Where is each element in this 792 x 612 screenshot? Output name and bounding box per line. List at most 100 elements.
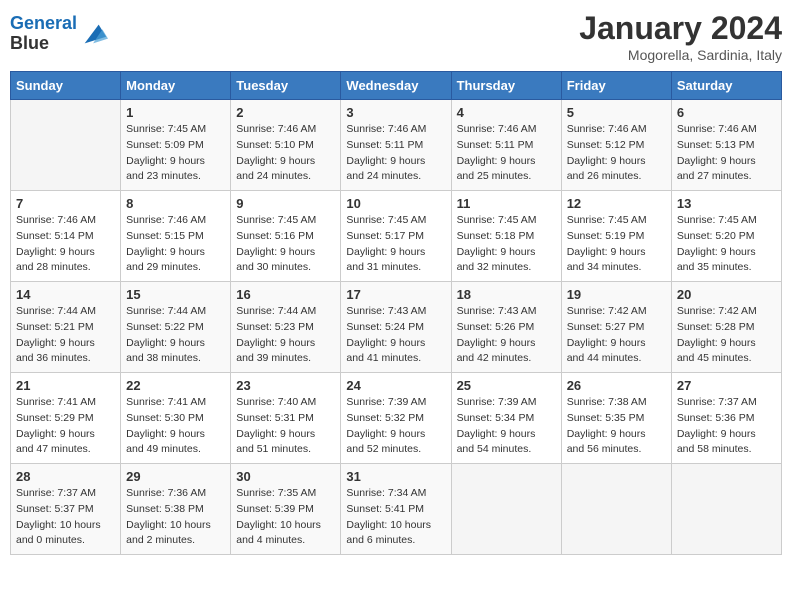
day-info: Sunrise: 7:46 AM Sunset: 5:14 PM Dayligh… xyxy=(16,213,115,276)
calendar-cell: 10 Sunrise: 7:45 AM Sunset: 5:17 PM Dayl… xyxy=(341,191,451,282)
day-info: Sunrise: 7:45 AM Sunset: 5:19 PM Dayligh… xyxy=(567,213,666,276)
day-number: 24 xyxy=(346,378,445,393)
sunrise-text: Sunrise: 7:45 AM xyxy=(126,123,206,135)
day-number: 6 xyxy=(677,105,776,120)
day-number: 8 xyxy=(126,196,225,211)
sunrise-text: Sunrise: 7:42 AM xyxy=(567,305,647,317)
day-number: 10 xyxy=(346,196,445,211)
day-info: Sunrise: 7:40 AM Sunset: 5:31 PM Dayligh… xyxy=(236,395,335,458)
sunset-text: Sunset: 5:20 PM xyxy=(677,230,755,242)
sunset-text: Sunset: 5:10 PM xyxy=(236,139,314,151)
page-subtitle: Mogorella, Sardinia, Italy xyxy=(579,47,782,63)
daylight-text: Daylight: 9 hours and 51 minutes. xyxy=(236,428,315,456)
sunset-text: Sunset: 5:37 PM xyxy=(16,503,94,515)
calendar-cell: 3 Sunrise: 7:46 AM Sunset: 5:11 PM Dayli… xyxy=(341,100,451,191)
sunrise-text: Sunrise: 7:38 AM xyxy=(567,396,647,408)
day-number: 13 xyxy=(677,196,776,211)
sunset-text: Sunset: 5:13 PM xyxy=(677,139,755,151)
sunset-text: Sunset: 5:18 PM xyxy=(457,230,535,242)
sunset-text: Sunset: 5:27 PM xyxy=(567,321,645,333)
daylight-text: Daylight: 9 hours and 25 minutes. xyxy=(457,155,536,183)
day-number: 14 xyxy=(16,287,115,302)
daylight-text: Daylight: 9 hours and 42 minutes. xyxy=(457,337,536,365)
day-info: Sunrise: 7:45 AM Sunset: 5:20 PM Dayligh… xyxy=(677,213,776,276)
day-info: Sunrise: 7:45 AM Sunset: 5:18 PM Dayligh… xyxy=(457,213,556,276)
calendar-cell: 26 Sunrise: 7:38 AM Sunset: 5:35 PM Dayl… xyxy=(561,373,671,464)
calendar-cell: 2 Sunrise: 7:46 AM Sunset: 5:10 PM Dayli… xyxy=(231,100,341,191)
day-info: Sunrise: 7:41 AM Sunset: 5:29 PM Dayligh… xyxy=(16,395,115,458)
day-info: Sunrise: 7:45 AM Sunset: 5:09 PM Dayligh… xyxy=(126,122,225,185)
daylight-text: Daylight: 9 hours and 39 minutes. xyxy=(236,337,315,365)
sunset-text: Sunset: 5:14 PM xyxy=(16,230,94,242)
sunset-text: Sunset: 5:41 PM xyxy=(346,503,424,515)
day-info: Sunrise: 7:46 AM Sunset: 5:11 PM Dayligh… xyxy=(346,122,445,185)
day-info: Sunrise: 7:45 AM Sunset: 5:16 PM Dayligh… xyxy=(236,213,335,276)
sunrise-text: Sunrise: 7:39 AM xyxy=(457,396,537,408)
day-info: Sunrise: 7:46 AM Sunset: 5:10 PM Dayligh… xyxy=(236,122,335,185)
calendar-cell: 16 Sunrise: 7:44 AM Sunset: 5:23 PM Dayl… xyxy=(231,282,341,373)
day-info: Sunrise: 7:36 AM Sunset: 5:38 PM Dayligh… xyxy=(126,486,225,549)
daylight-text: Daylight: 9 hours and 31 minutes. xyxy=(346,246,425,274)
daylight-text: Daylight: 9 hours and 44 minutes. xyxy=(567,337,646,365)
day-number: 26 xyxy=(567,378,666,393)
daylight-text: Daylight: 10 hours and 4 minutes. xyxy=(236,519,321,547)
day-info: Sunrise: 7:44 AM Sunset: 5:21 PM Dayligh… xyxy=(16,304,115,367)
sunrise-text: Sunrise: 7:46 AM xyxy=(236,123,316,135)
day-info: Sunrise: 7:38 AM Sunset: 5:35 PM Dayligh… xyxy=(567,395,666,458)
day-number: 1 xyxy=(126,105,225,120)
day-number: 9 xyxy=(236,196,335,211)
sunset-text: Sunset: 5:11 PM xyxy=(457,139,534,151)
daylight-text: Daylight: 9 hours and 30 minutes. xyxy=(236,246,315,274)
sunset-text: Sunset: 5:38 PM xyxy=(126,503,204,515)
page-title: January 2024 xyxy=(579,10,782,47)
daylight-text: Daylight: 9 hours and 38 minutes. xyxy=(126,337,205,365)
daylight-text: Daylight: 9 hours and 34 minutes. xyxy=(567,246,646,274)
calendar-cell: 14 Sunrise: 7:44 AM Sunset: 5:21 PM Dayl… xyxy=(11,282,121,373)
sunrise-text: Sunrise: 7:44 AM xyxy=(236,305,316,317)
calendar-cell: 4 Sunrise: 7:46 AM Sunset: 5:11 PM Dayli… xyxy=(451,100,561,191)
day-number: 16 xyxy=(236,287,335,302)
day-number: 27 xyxy=(677,378,776,393)
day-info: Sunrise: 7:46 AM Sunset: 5:11 PM Dayligh… xyxy=(457,122,556,185)
day-info: Sunrise: 7:44 AM Sunset: 5:22 PM Dayligh… xyxy=(126,304,225,367)
calendar-cell: 8 Sunrise: 7:46 AM Sunset: 5:15 PM Dayli… xyxy=(121,191,231,282)
sunrise-text: Sunrise: 7:41 AM xyxy=(126,396,206,408)
sunset-text: Sunset: 5:11 PM xyxy=(346,139,423,151)
day-info: Sunrise: 7:44 AM Sunset: 5:23 PM Dayligh… xyxy=(236,304,335,367)
sunrise-text: Sunrise: 7:37 AM xyxy=(16,487,96,499)
day-info: Sunrise: 7:34 AM Sunset: 5:41 PM Dayligh… xyxy=(346,486,445,549)
day-number: 30 xyxy=(236,469,335,484)
sunrise-text: Sunrise: 7:37 AM xyxy=(677,396,757,408)
daylight-text: Daylight: 9 hours and 35 minutes. xyxy=(677,246,756,274)
sunset-text: Sunset: 5:12 PM xyxy=(567,139,645,151)
calendar-cell: 9 Sunrise: 7:45 AM Sunset: 5:16 PM Dayli… xyxy=(231,191,341,282)
weekday-header-friday: Friday xyxy=(561,72,671,100)
calendar-cell: 22 Sunrise: 7:41 AM Sunset: 5:30 PM Dayl… xyxy=(121,373,231,464)
daylight-text: Daylight: 9 hours and 23 minutes. xyxy=(126,155,205,183)
day-number: 11 xyxy=(457,196,556,211)
weekday-header-wednesday: Wednesday xyxy=(341,72,451,100)
sunset-text: Sunset: 5:09 PM xyxy=(126,139,204,151)
calendar-cell: 12 Sunrise: 7:45 AM Sunset: 5:19 PM Dayl… xyxy=(561,191,671,282)
calendar-cell: 6 Sunrise: 7:46 AM Sunset: 5:13 PM Dayli… xyxy=(671,100,781,191)
title-block: January 2024 Mogorella, Sardinia, Italy xyxy=(579,10,782,63)
daylight-text: Daylight: 9 hours and 28 minutes. xyxy=(16,246,95,274)
daylight-text: Daylight: 9 hours and 24 minutes. xyxy=(346,155,425,183)
sunrise-text: Sunrise: 7:40 AM xyxy=(236,396,316,408)
sunrise-text: Sunrise: 7:43 AM xyxy=(457,305,537,317)
calendar-cell xyxy=(11,100,121,191)
daylight-text: Daylight: 9 hours and 41 minutes. xyxy=(346,337,425,365)
day-number: 19 xyxy=(567,287,666,302)
calendar-cell: 24 Sunrise: 7:39 AM Sunset: 5:32 PM Dayl… xyxy=(341,373,451,464)
calendar-cell: 23 Sunrise: 7:40 AM Sunset: 5:31 PM Dayl… xyxy=(231,373,341,464)
sunset-text: Sunset: 5:39 PM xyxy=(236,503,314,515)
day-number: 22 xyxy=(126,378,225,393)
day-number: 3 xyxy=(346,105,445,120)
weekday-header-tuesday: Tuesday xyxy=(231,72,341,100)
sunrise-text: Sunrise: 7:39 AM xyxy=(346,396,426,408)
calendar-cell xyxy=(561,464,671,555)
day-info: Sunrise: 7:42 AM Sunset: 5:28 PM Dayligh… xyxy=(677,304,776,367)
day-number: 31 xyxy=(346,469,445,484)
sunset-text: Sunset: 5:29 PM xyxy=(16,412,94,424)
daylight-text: Daylight: 9 hours and 24 minutes. xyxy=(236,155,315,183)
